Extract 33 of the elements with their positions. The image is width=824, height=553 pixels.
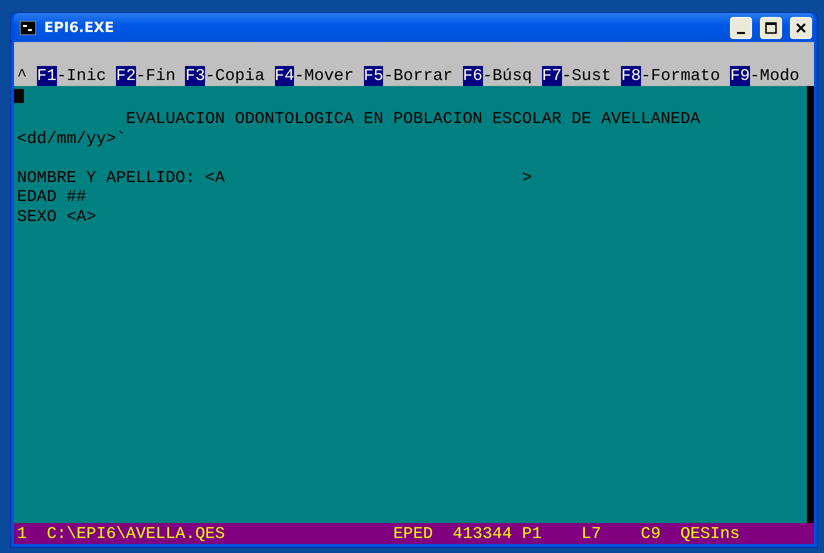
function-key[interactable]: F8 <box>621 66 641 86</box>
form-field-line: EDAD ## <box>17 187 88 206</box>
form-field-line: NOMBRE Y APELLIDO: <A > <box>17 168 533 187</box>
menu-prefix: ^ <box>17 66 28 86</box>
function-label: -Copia <box>205 66 265 86</box>
function-label: -Fin <box>136 66 176 86</box>
screen-line: EVALUACION ODONTOLOGICA EN POBLACION ESCOLAR DE AVELLANEDA <box>124 109 702 128</box>
close-button[interactable] <box>790 16 812 38</box>
maximize-icon <box>765 22 777 34</box>
window-title: EPI6.EXE <box>44 20 116 36</box>
function-label: -Borrar <box>383 66 453 86</box>
function-label: -Inic <box>56 66 106 86</box>
function-key[interactable]: F3 <box>185 66 206 86</box>
function-label: -Búsq <box>482 66 532 86</box>
form-field-line: SEXO <A> <box>17 206 98 226</box>
status-bar: 1 C:\EPI6\AVELLA.QES EPED 413344 P1 L7 C9 QESIns <box>14 523 814 544</box>
function-label: -Mover <box>294 66 354 86</box>
function-key[interactable]: F6 <box>462 66 482 86</box>
console-icon <box>20 20 36 34</box>
maximize-button[interactable] <box>760 16 782 38</box>
function-key[interactable]: F1 <box>36 66 57 86</box>
function-label: -Formato <box>640 66 720 86</box>
function-key[interactable]: F7 <box>542 66 562 86</box>
function-key[interactable]: F4 <box>274 66 294 86</box>
function-key[interactable]: F5 <box>364 66 384 86</box>
function-key[interactable]: F2 <box>116 66 136 86</box>
function-key[interactable]: F9 <box>730 66 750 86</box>
function-label: -Modo <box>750 66 800 86</box>
screen-line: <dd/mm/yy>` <box>17 128 127 148</box>
minimize-icon <box>737 32 745 34</box>
minimize-button[interactable] <box>730 16 752 38</box>
function-label: -Sust <box>562 66 612 86</box>
close-icon <box>795 22 807 34</box>
